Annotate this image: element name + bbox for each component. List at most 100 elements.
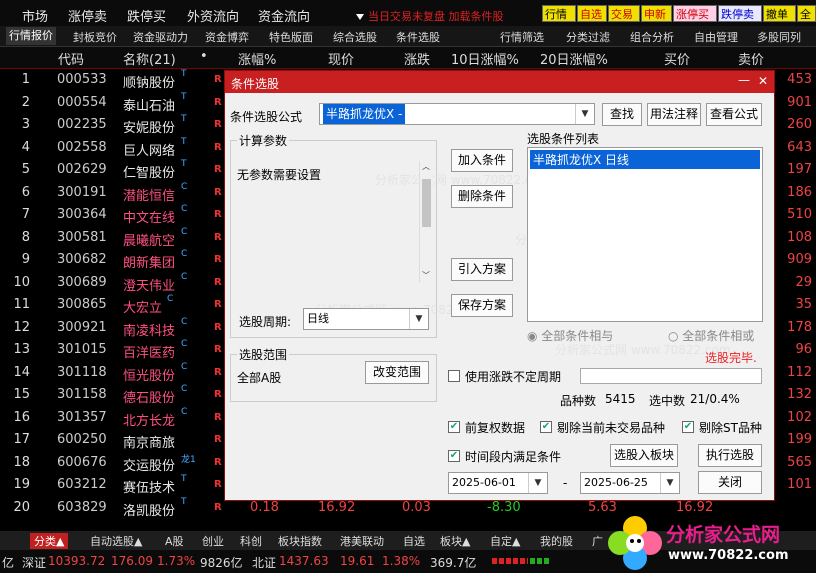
remove-condition-button[interactable]: 删除条件 (451, 185, 513, 208)
chevron-down-icon[interactable]: ▼ (409, 309, 428, 329)
tab-seal-bid[interactable]: 封板竞价 (73, 29, 117, 45)
close-button[interactable]: 关闭 (698, 471, 762, 494)
tab-self-manage[interactable]: 自由管理 (694, 29, 738, 45)
tab-capital-drive[interactable]: 资金驱动力 (133, 29, 188, 45)
dialog-titlebar[interactable]: 条件选股 — ✕ (225, 71, 774, 93)
breadth-bar (492, 558, 550, 564)
btab-a-share[interactable]: A股 (165, 533, 184, 549)
btab-chinext[interactable]: 创业 (202, 533, 224, 549)
ask-price: 643 (787, 139, 812, 155)
col-pct10[interactable]: 10日涨幅% (451, 49, 519, 68)
save-plan-button[interactable]: 保存方案 (451, 294, 513, 317)
exclude-untraded-checkbox[interactable]: ✔ (540, 421, 552, 433)
col-bid[interactable]: 买价 (664, 49, 690, 68)
condition-item[interactable]: 半路抓龙优X 日线 (530, 150, 760, 169)
col-chg[interactable]: 涨跌 (404, 49, 430, 68)
condition-list[interactable]: 半路抓龙优X 日线 (527, 147, 763, 322)
top-button-5[interactable]: 跌停卖 (718, 5, 762, 22)
stock-name: 恒光股份 (123, 368, 176, 384)
top-button-3[interactable]: 申新 (641, 5, 672, 22)
chevron-down-icon[interactable]: ▼ (575, 104, 594, 124)
tab-quote-filter[interactable]: 行情筛选 (500, 29, 544, 45)
col-price[interactable]: 现价 (328, 49, 354, 68)
date-to-picker[interactable]: 2025-06-25 ▼ (580, 472, 680, 494)
calendar-icon[interactable]: ▼ (660, 473, 679, 493)
view-formula-button[interactable]: 查看公式 (706, 103, 762, 126)
date-from-picker[interactable]: 2025-06-01 ▼ (448, 472, 548, 494)
btab-star[interactable]: 科创 (240, 533, 262, 549)
menu-foreign-flow[interactable]: 外资流向 (187, 6, 239, 25)
btab-auto-select[interactable]: 自动选股▲ (90, 533, 142, 549)
use-period-label: 使用涨跌不定周期 (465, 370, 562, 384)
use-period-checkbox[interactable] (448, 370, 460, 382)
scroll-up-icon[interactable]: ︿ (422, 161, 430, 172)
tab-combo-analysis[interactable]: 组合分析 (630, 29, 674, 45)
change-range-button[interactable]: 改变范围 (365, 361, 429, 384)
btab-my-stocks[interactable]: 我的股 (540, 533, 573, 549)
to-block-button[interactable]: 选股入板块 (610, 444, 678, 467)
btab-block-index[interactable]: 板块指数 (278, 533, 322, 549)
current-price: 16.92 (318, 499, 356, 515)
stock-tag: C (181, 181, 188, 192)
top-button-1[interactable]: 自选 (577, 5, 607, 22)
scroll-thumb[interactable] (422, 179, 431, 227)
menu-capital-flow[interactable]: 资金流向 (258, 6, 310, 25)
period-combo[interactable]: 日线 ▼ (303, 308, 429, 330)
tab-capital-game[interactable]: 资金博弈 (205, 29, 249, 45)
tab-combined-select[interactable]: 综合选股 (333, 29, 377, 45)
col-pct20[interactable]: 20日涨幅% (540, 49, 608, 68)
btab-hk-us[interactable]: 港美联动 (340, 533, 384, 549)
radio-and[interactable]: ◉ 全部条件相与 (527, 327, 613, 344)
stock-code: 301158 (57, 387, 107, 402)
top-button-0[interactable]: 行情 (542, 5, 576, 22)
status-marquee: 当日交易未复盘 加载条件股 (356, 8, 504, 24)
import-plan-button[interactable]: 引入方案 (451, 258, 513, 281)
selected-value: 21/0.4% (690, 392, 740, 406)
col-pct[interactable]: 涨幅% (238, 49, 276, 68)
adjusted-checkbox[interactable]: ✔ (448, 421, 460, 433)
formula-value: 半路抓龙优X - (323, 104, 406, 124)
dropdown-arrow-icon[interactable] (356, 14, 364, 20)
minimize-icon[interactable]: — (738, 73, 750, 87)
add-condition-button[interactable]: 加入条件 (451, 149, 513, 172)
bz-label[interactable]: 北证 (252, 554, 276, 571)
margin-flag-icon: R (214, 299, 222, 310)
btab-block[interactable]: 板块▲ (440, 533, 470, 549)
close-icon[interactable]: ✕ (758, 74, 768, 88)
top-button-2[interactable]: 交易 (608, 5, 640, 22)
tab-category-filter[interactable]: 分类过滤 (566, 29, 610, 45)
pct10-value: -8.30 (487, 499, 521, 515)
top-button-6[interactable]: 撤单 (763, 5, 796, 22)
tab-special-layout[interactable]: 特色版面 (269, 29, 313, 45)
menu-limit-down-buy[interactable]: 跌停买 (127, 6, 166, 25)
params-scrollbar[interactable]: ︿ ﹀ (419, 161, 433, 283)
menu-market[interactable]: 市场 (22, 6, 48, 25)
time-cond-checkbox[interactable]: ✔ (448, 450, 460, 462)
top-button-7[interactable]: 全 (797, 5, 816, 22)
scroll-down-icon[interactable]: ﹀ (422, 270, 430, 281)
top-button-4[interactable]: 涨停买 (673, 5, 717, 22)
usage-button[interactable]: 用法注释 (647, 103, 701, 126)
row-number: 12 (13, 319, 30, 335)
calendar-icon[interactable]: ▼ (528, 473, 547, 493)
stock-name: 潜能恒信 (123, 188, 176, 204)
period-label: 选股周期: (239, 315, 292, 329)
tab-quotes[interactable]: 行情报价 (6, 27, 56, 45)
execute-button[interactable]: 执行选股 (698, 444, 762, 467)
sz-label[interactable]: 深证 (22, 554, 46, 571)
tab-multi-stock[interactable]: 多股同列 (757, 29, 801, 45)
btab-custom[interactable]: 自定▲ (490, 533, 520, 549)
find-button[interactable]: 查找 (602, 103, 642, 126)
btab-favorites[interactable]: 自选 (403, 533, 425, 549)
tab-condition-select[interactable]: 条件选股 (396, 29, 440, 45)
radio-or[interactable]: ○ 全部条件相或 (668, 327, 754, 344)
btab-category[interactable]: 分类▲ (30, 533, 69, 549)
exclude-st-checkbox[interactable]: ✔ (682, 421, 694, 433)
menu-limit-up-sell[interactable]: 涨停卖 (68, 6, 107, 25)
formula-combo[interactable]: 半路抓龙优X - ▼ (319, 103, 595, 125)
col-ask[interactable]: 卖价 (738, 49, 764, 68)
period-input[interactable] (580, 368, 762, 384)
col-name[interactable]: 名称(21) (123, 49, 176, 68)
stock-code: 301118 (57, 364, 107, 380)
col-code[interactable]: 代码 (58, 49, 84, 68)
